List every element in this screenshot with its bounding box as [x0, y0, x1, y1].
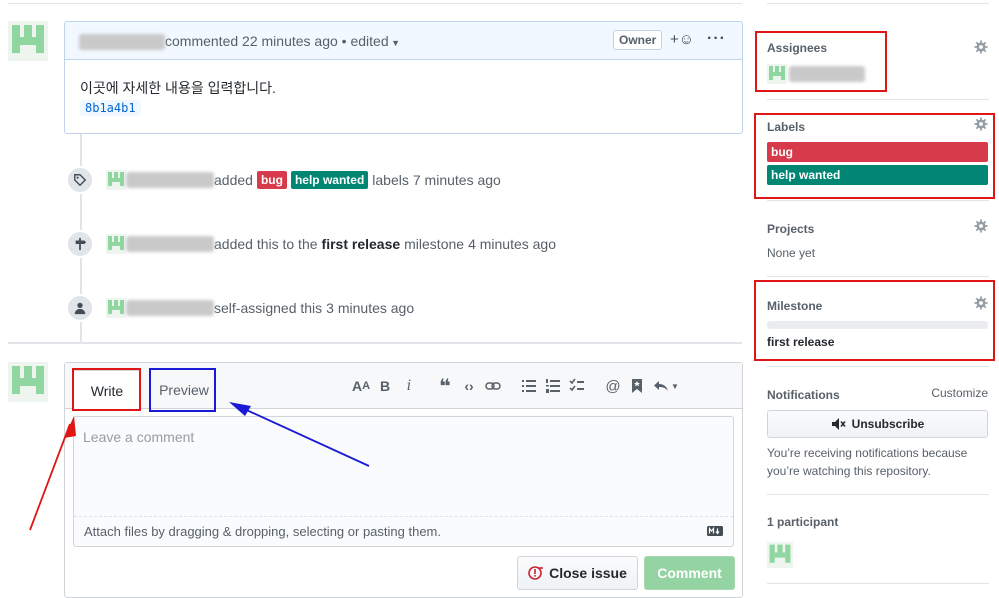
milestone-event: added this to the first release mileston…: [106, 234, 556, 254]
quote-icon[interactable]: ❝: [433, 375, 457, 398]
markdown-toolbar: AA B i ❝ ‹› @ ▼: [349, 375, 683, 398]
sidebar-divider: [767, 99, 989, 100]
redacted-username[interactable]: [126, 236, 214, 252]
avatar[interactable]: [106, 298, 126, 318]
top-divider: [8, 3, 742, 4]
mute-icon: [831, 418, 846, 430]
redacted-username[interactable]: [79, 34, 165, 51]
milestone-icon: [66, 230, 94, 258]
numbered-list-icon[interactable]: [541, 375, 565, 397]
unsubscribe-button[interactable]: Unsubscribe: [767, 410, 988, 438]
commit-sha-link[interactable]: 8b1a4b1: [80, 100, 141, 116]
bulleted-list-icon[interactable]: [517, 375, 541, 397]
participant-avatar[interactable]: [767, 542, 793, 568]
markdown-icon[interactable]: [707, 525, 723, 537]
comment-button[interactable]: Comment: [644, 556, 735, 590]
sidebar-divider: [767, 494, 989, 495]
participants-section: 1 participant: [767, 513, 989, 529]
projects-title[interactable]: Projects: [767, 222, 814, 236]
close-issue-button[interactable]: Close issue: [517, 556, 638, 590]
annotation-box-preview: [149, 368, 216, 412]
avatar[interactable]: [106, 234, 126, 254]
notifications-title: Notifications: [767, 388, 840, 402]
event-time[interactable]: 4 minutes ago: [468, 236, 556, 252]
notification-reason: You’re receiving notifications because y…: [767, 446, 968, 478]
avatar[interactable]: [106, 170, 126, 190]
code-icon[interactable]: ‹›: [457, 375, 481, 397]
sidebar-divider: [767, 276, 989, 277]
comment-placeholder: Leave a comment: [83, 429, 195, 445]
projects-section: Projects: [767, 220, 989, 236]
sidebar-divider: [767, 366, 989, 367]
projects-value: None yet: [767, 246, 816, 260]
sidebar-divider: [767, 583, 989, 584]
bookmark-icon[interactable]: [625, 375, 649, 397]
tag-icon: [66, 166, 94, 194]
gear-icon[interactable]: [974, 219, 988, 233]
timeline-divider: [8, 342, 742, 344]
identicon-icon: [8, 362, 48, 402]
label-help-wanted[interactable]: help wanted: [290, 171, 369, 189]
more-options-icon[interactable]: ···: [707, 30, 726, 48]
gear-icon[interactable]: [974, 40, 988, 54]
italic-icon[interactable]: i: [397, 375, 421, 397]
sidebar-divider: [767, 200, 989, 201]
edited-dropdown[interactable]: • edited: [342, 33, 389, 49]
redacted-username[interactable]: [126, 172, 214, 188]
sidebar-top-divider: [767, 3, 989, 4]
owner-badge: Owner: [613, 30, 663, 50]
mention-icon[interactable]: @: [601, 375, 625, 397]
comment-body: 이곳에 자세한 내용을 입력합니다.: [80, 80, 276, 96]
chevron-down-icon: ▼: [388, 38, 401, 48]
avatar[interactable]: [8, 21, 48, 61]
annotation-box-milestone: [754, 280, 995, 361]
annotation-box-assignees: [755, 31, 887, 92]
participants-title: 1 participant: [767, 515, 839, 529]
notifications-section: Notifications Customize: [767, 386, 989, 402]
customize-link[interactable]: Customize: [931, 386, 988, 400]
person-icon: [66, 294, 94, 322]
comment-header: commented 22 minutes ago • edited ▼ Owne…: [65, 22, 742, 60]
annotation-box-labels: [754, 113, 995, 199]
comment-meta: commented 22 minutes ago • edited ▼: [79, 33, 401, 51]
redacted-username[interactable]: [126, 300, 214, 316]
attach-files-bar[interactable]: Attach files by dragging & dropping, sel…: [74, 516, 733, 546]
label-bug[interactable]: bug: [256, 171, 287, 189]
identicon-icon: [8, 21, 48, 61]
reply-icon[interactable]: ▼: [649, 375, 683, 397]
labels-event: added bug help wanted labels 7 minutes a…: [106, 170, 501, 190]
assign-event: self-assigned this 3 minutes ago: [106, 298, 414, 318]
heading-icon[interactable]: AA: [349, 375, 373, 397]
issue-closed-icon: [528, 566, 544, 580]
issue-comment: commented 22 minutes ago • edited ▼ Owne…: [64, 21, 743, 134]
milestone-link[interactable]: first release: [322, 236, 401, 252]
event-time[interactable]: 7 minutes ago: [413, 172, 501, 188]
comment-time[interactable]: 22 minutes ago: [242, 33, 338, 49]
task-list-icon[interactable]: [565, 375, 589, 397]
event-time[interactable]: 3 minutes ago: [326, 300, 414, 316]
avatar[interactable]: [8, 362, 48, 402]
bold-icon[interactable]: B: [373, 375, 397, 397]
link-icon[interactable]: [481, 375, 505, 397]
add-reaction-icon[interactable]: +☺: [670, 31, 694, 48]
annotation-box-write: [72, 368, 141, 411]
comment-textarea[interactable]: Leave a comment Attach files by dragging…: [73, 416, 734, 547]
